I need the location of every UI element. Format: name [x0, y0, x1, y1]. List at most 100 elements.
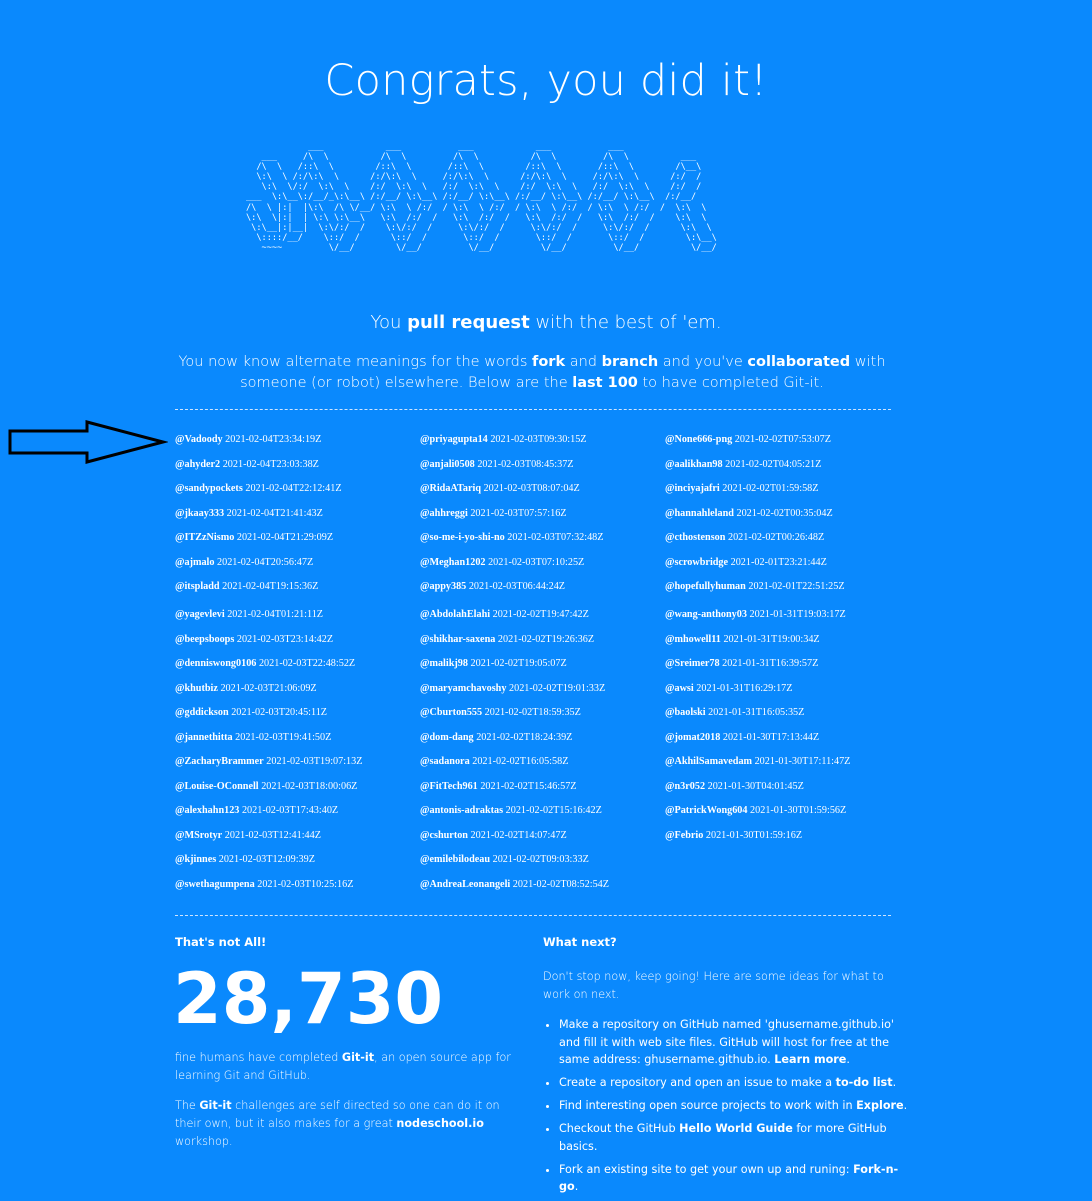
completer-username-link[interactable]: @emilebilodeau — [420, 854, 490, 865]
completer-username-link[interactable]: @yagevlevi — [175, 609, 225, 620]
nodeschool-link[interactable]: nodeschool.io — [396, 1117, 483, 1130]
completer-entry: @AbdolahElahi 2021-02-02T19:47:42Z — [420, 608, 589, 622]
completer-username-link[interactable]: @malikj98 — [420, 658, 468, 669]
completer-username-link[interactable]: @n3r052 — [665, 781, 705, 792]
idea-link[interactable]: Learn more — [774, 1053, 846, 1066]
completer-username-link[interactable]: @awsi — [665, 683, 694, 694]
completion-timestamp: 2021-02-02T15:16:42Z — [505, 805, 602, 816]
completer-username-link[interactable]: @Louise-OConnell — [175, 781, 259, 792]
completer-entry: @aalikhan98 2021-02-02T04:05:21Z — [665, 458, 821, 472]
gitit-link[interactable]: Git-it — [342, 1051, 374, 1064]
completion-timestamp: 2021-01-31T16:05:35Z — [708, 707, 805, 718]
completer-entry: @gddickson 2021-02-03T20:45:11Z — [175, 706, 327, 720]
completer-username-link[interactable]: @aalikhan98 — [665, 459, 723, 470]
completer-username-link[interactable]: @sadanora — [420, 756, 470, 767]
idea-link[interactable]: to-do list — [836, 1076, 893, 1089]
completer-username-link[interactable]: @beepsboops — [175, 634, 234, 645]
completer-username-link[interactable]: @shikhar-saxena — [420, 634, 495, 645]
completion-timestamp: 2021-02-01T22:51:25Z — [748, 581, 845, 592]
completer-username-link[interactable]: @inciyajafri — [665, 483, 720, 494]
completer-entry: @ajmalo 2021-02-04T20:56:47Z — [175, 556, 313, 570]
completer-entry: @alexhahn123 2021-02-03T17:43:40Z — [175, 804, 338, 818]
idea-item: Find interesting open source projects to… — [559, 1097, 909, 1115]
completer-username-link[interactable]: @denniswong0106 — [175, 658, 256, 669]
stats-description: fine humans have completed Git-it, an op… — [175, 1051, 511, 1082]
completer-entry: @n3r052 2021-01-30T04:01:45Z — [665, 780, 804, 794]
completion-timestamp: 2021-02-04T19:15:36Z — [222, 581, 319, 592]
completion-timestamp: 2021-02-03T10:25:16Z — [257, 878, 354, 890]
completer-username-link[interactable]: @AkhilSamavedam — [665, 756, 752, 767]
completer-username-link[interactable]: @RidaATariq — [420, 483, 481, 494]
ascii-art-banner: ___ ___ ___ ___ ___ ___ /\ \ /\ \ /\ \ /… — [246, 142, 717, 253]
completer-entry: @RidaATariq 2021-02-03T08:07:04Z — [420, 482, 580, 496]
completer-entry: @Meghan1202 2021-02-03T07:10:25Z — [420, 556, 584, 570]
completer-username-link[interactable]: @Vadoody — [175, 434, 223, 445]
idea-link[interactable]: Hello World Guide — [679, 1122, 793, 1135]
idea-item: Create a repository and open an issue to… — [559, 1074, 909, 1092]
completer-username-link[interactable]: @cshurton — [420, 830, 468, 841]
completer-username-link[interactable]: @gddickson — [175, 707, 229, 718]
completer-username-link[interactable]: @alexhahn123 — [175, 805, 239, 816]
completer-entry: @inciyajafri 2021-02-02T01:59:58Z — [665, 482, 819, 496]
completer-entry: @so-me-i-yo-shi-no 2021-02-03T07:32:48Z — [420, 531, 604, 545]
completer-username-link[interactable]: @wang-anthony03 — [665, 609, 747, 620]
completer-username-link[interactable]: @PatrickWong604 — [665, 805, 747, 816]
completer-username-link[interactable]: @MSrotyr — [175, 830, 222, 841]
completion-timestamp: 2021-02-04T21:41:43Z — [226, 507, 323, 519]
completer-username-link[interactable]: @kjinnes — [175, 854, 216, 865]
completer-username-link[interactable]: @FitTech961 — [420, 781, 478, 792]
completer-username-link[interactable]: @hannahleland — [665, 508, 734, 519]
completion-timestamp: 2021-02-02T18:24:39Z — [476, 731, 573, 743]
completer-username-link[interactable]: @dom-dang — [420, 732, 474, 743]
completion-timestamp: 2021-02-03T06:44:24Z — [468, 581, 566, 592]
completer-entry: @appy385 2021-02-03T06:44:24Z — [420, 580, 565, 594]
completer-username-link[interactable]: @sandypockets — [175, 483, 243, 494]
idea-item: Make a repository on GitHub named 'ghuse… — [559, 1016, 909, 1069]
divider-top — [175, 409, 891, 410]
completer-username-link[interactable]: @ajmalo — [175, 557, 214, 568]
completer-username-link[interactable]: @maryamchavoshy — [420, 683, 506, 694]
completer-username-link[interactable]: @ITZzNismo — [175, 532, 234, 543]
completer-username-link[interactable]: @appy385 — [420, 581, 466, 592]
completer-username-link[interactable]: @Meghan1202 — [420, 557, 486, 568]
completer-username-link[interactable]: @jkaay333 — [175, 508, 224, 519]
completer-username-link[interactable]: @anjali0508 — [420, 459, 475, 470]
completion-timestamp: 2021-02-03T08:45:37Z — [477, 458, 574, 470]
completed-count: 28,730 — [173, 958, 444, 1040]
completer-username-link[interactable]: @AbdolahElahi — [420, 609, 490, 620]
completer-username-link[interactable]: @cthostenson — [665, 532, 725, 543]
completer-entry: @jkaay333 2021-02-04T21:41:43Z — [175, 507, 323, 521]
completer-username-link[interactable]: @Sreimer78 — [665, 658, 720, 669]
completer-username-link[interactable]: @so-me-i-yo-shi-no — [420, 532, 505, 543]
stats-heading: That's not All! — [175, 935, 267, 949]
completer-entry: @FitTech961 2021-02-02T15:46:57Z — [420, 780, 577, 794]
completer-username-link[interactable]: @jannethitta — [175, 732, 233, 743]
completer-username-link[interactable]: @ahyder2 — [175, 459, 220, 470]
completer-username-link[interactable]: @ahhreggi — [420, 508, 468, 519]
completer-entry: @khutbiz 2021-02-03T21:06:09Z — [175, 682, 317, 696]
completer-username-link[interactable]: @AndreaLeonangeli — [420, 879, 510, 890]
completer-username-link[interactable]: @swethagumpena — [175, 879, 255, 890]
completer-username-link[interactable]: @priyagupta14 — [420, 434, 488, 445]
tagline: You pull request with the best of 'em. — [370, 312, 722, 333]
gitit-link-2[interactable]: Git-it — [199, 1099, 231, 1112]
completer-username-link[interactable]: @ZacharyBrammer — [175, 756, 264, 767]
completer-username-link[interactable]: @khutbiz — [175, 683, 218, 694]
completer-username-link[interactable]: @antonis-adraktas — [420, 805, 503, 816]
completion-timestamp: 2021-02-04T22:12:41Z — [245, 483, 342, 494]
completer-username-link[interactable]: @baolski — [665, 707, 706, 718]
completer-username-link[interactable]: @Febrio — [665, 830, 703, 841]
completer-username-link[interactable]: @mhowell11 — [665, 634, 721, 645]
completer-entry: @MSrotyr 2021-02-03T12:41:44Z — [175, 829, 321, 843]
ideas-list: Make a repository on GitHub named 'ghuse… — [543, 1016, 909, 1201]
completer-username-link[interactable]: @itspladd — [175, 581, 220, 592]
completion-timestamp: 2021-02-03T07:57:16Z — [470, 507, 567, 519]
completer-username-link[interactable]: @scrowbridge — [665, 557, 728, 568]
idea-link[interactable]: Explore — [856, 1099, 904, 1112]
completer-entry: @ahyder2 2021-02-04T23:03:38Z — [175, 458, 319, 472]
completer-username-link[interactable]: @hopefullyhuman — [665, 581, 746, 592]
completer-username-link[interactable]: @jomat2018 — [665, 732, 720, 743]
completion-timestamp: 2021-01-30T01:59:56Z — [750, 805, 847, 816]
completer-username-link[interactable]: @None666-png — [665, 434, 732, 445]
completer-username-link[interactable]: @Cburton555 — [420, 707, 482, 718]
